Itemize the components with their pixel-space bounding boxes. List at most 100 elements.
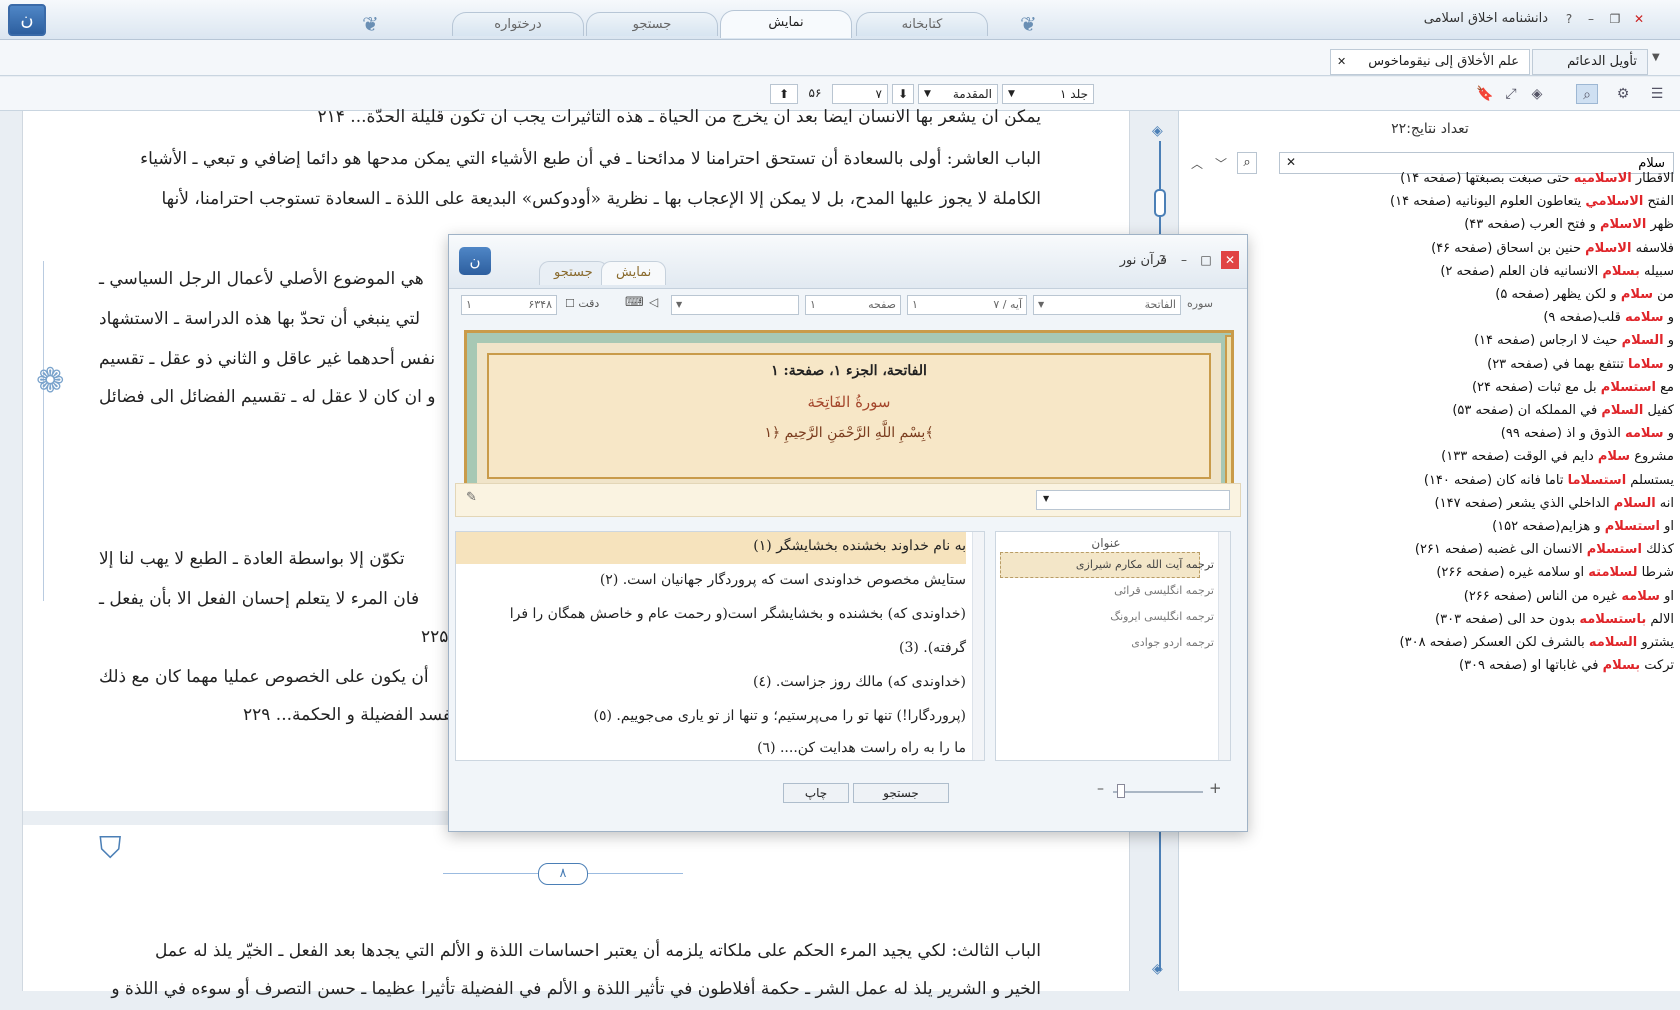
tab-library[interactable]: كتابخانه bbox=[856, 12, 988, 36]
result-item[interactable]: انه السلام الداخلي الذي يشعر (صفحه ۱۴۷) bbox=[1435, 496, 1674, 511]
surah-select[interactable]: ▼ الفاتحة bbox=[1033, 295, 1181, 315]
result-item[interactable]: يستسلم استسلاما تاما فانه كان (صفحه ۱۴۰) bbox=[1424, 473, 1674, 488]
result-item[interactable]: او استسلام و هزايم(صفحه ۱۵۲) bbox=[1492, 519, 1674, 534]
result-item[interactable]: او سلامه غيره من الناس (صفحه ۲۶۶) bbox=[1464, 589, 1674, 604]
result-item[interactable]: ظهر الاسلام و فتح العرب (صفحه ۴۳) bbox=[1464, 217, 1674, 232]
page-input[interactable]: ۷ bbox=[832, 84, 888, 104]
result-item[interactable]: و سلامه الذوق و اذ (صفحه ۹۹) bbox=[1501, 426, 1674, 441]
minimize-icon[interactable]: – bbox=[1175, 251, 1193, 269]
section-select[interactable]: ▼ المقدمة bbox=[918, 84, 998, 104]
translations-list: عنوان ترجمه آيت الله مكارم شيرازى ترجمه … bbox=[995, 531, 1231, 761]
translation-item[interactable]: ترجمه آيت الله مكارم شيرازى bbox=[1076, 558, 1214, 571]
help-icon[interactable]: ? bbox=[1560, 10, 1578, 28]
tab-tree[interactable]: درختواره bbox=[452, 12, 584, 36]
search-icon[interactable]: ⌕ bbox=[1237, 152, 1257, 174]
reciter-select[interactable]: ▼ bbox=[671, 295, 799, 315]
close-icon[interactable]: ✕ bbox=[1221, 251, 1239, 269]
result-highlight: الاسلامي bbox=[1585, 194, 1644, 210]
list-icon[interactable]: ☰ bbox=[1646, 84, 1668, 104]
result-item[interactable]: و سلامه قلب(صفحه ۹) bbox=[1543, 310, 1674, 325]
scroll-top-icon[interactable]: ◈ bbox=[1152, 123, 1163, 139]
result-item[interactable]: يشترو السلامه بالشرف لكن العسكر (صفحه ۳۰… bbox=[1400, 635, 1674, 650]
total-field[interactable]: ۱ ۶۳۴۸ bbox=[461, 295, 557, 315]
layers-icon[interactable]: ◈ bbox=[1526, 84, 1548, 104]
print-button[interactable]: چاپ bbox=[783, 783, 849, 803]
zoom-slider[interactable] bbox=[1113, 791, 1203, 793]
result-item[interactable]: الاقطار الاسلاميه حتى صبغت بصبغتها (صفحه… bbox=[1400, 171, 1674, 186]
zoom-slider-thumb[interactable] bbox=[1117, 784, 1125, 798]
title-bar: ن ❦ درختواره جستجو نمایش كتابخانه ❦ دانش… bbox=[0, 0, 1680, 40]
gear-icon[interactable]: ⚙ bbox=[1612, 84, 1634, 104]
ayah-line[interactable]: ما را به راه راست هدايت كن.... (٦) bbox=[757, 740, 966, 756]
volume-select[interactable]: ▼ جلد ۱ bbox=[1002, 84, 1094, 104]
result-item[interactable]: كذلك استسلام الانسان الى غضبه (صفحه ۲۶۱) bbox=[1415, 542, 1674, 557]
translation-item[interactable]: ترجمه انگليسى قرائى bbox=[1114, 584, 1214, 597]
text-line: تكوّن إلا بواسطة العادة ـ الطبع لا يهب ل… bbox=[99, 549, 405, 569]
clear-search-icon[interactable]: ✕ bbox=[1286, 155, 1296, 169]
result-item[interactable]: و السلام حيث لا ارجاس (صفحه ۱۴) bbox=[1474, 333, 1674, 348]
result-item[interactable]: شرطا لسلامته او سلامه غيره (صفحه ۲۶۶) bbox=[1436, 565, 1674, 580]
tab-display[interactable]: نمایش bbox=[720, 10, 852, 38]
result-item[interactable]: تركت بسلام في غاباتها او (صفحه ۳۰۹) bbox=[1459, 658, 1674, 673]
bookmark-icon[interactable]: 🔖 bbox=[1474, 84, 1496, 104]
search-input[interactable] bbox=[1337, 153, 1667, 173]
ayah-line[interactable]: گرفته). (3) bbox=[899, 640, 966, 656]
translation-scrollbar[interactable] bbox=[972, 532, 984, 760]
play-icon[interactable]: ◁ bbox=[649, 295, 658, 309]
result-highlight: سلامه bbox=[1624, 310, 1664, 326]
ayah-line[interactable]: (خداوندى كه) بخشنده و بخشايشگر است(و رحم… bbox=[510, 606, 966, 622]
translation-item[interactable]: ترجمه انگليسى ايرونگ bbox=[1110, 610, 1214, 623]
result-item[interactable]: سبيله بسلام الانسانيه فان العلم (صفحه ۲) bbox=[1440, 264, 1674, 279]
translations-scrollbar[interactable] bbox=[1218, 532, 1230, 760]
ayah-field[interactable]: ۱۷ / آيه bbox=[907, 295, 1027, 315]
scroll-thumb[interactable] bbox=[1154, 189, 1166, 217]
translation-item[interactable]: ترجمه اردو جوادى bbox=[1131, 636, 1214, 649]
tools-icon[interactable]: ✎ bbox=[466, 490, 477, 505]
accuracy-checkbox[interactable]: ☐ دقت bbox=[565, 297, 599, 310]
minimize-icon[interactable]: – bbox=[1582, 10, 1600, 28]
help-icon[interactable]: ? bbox=[1153, 251, 1171, 269]
ayah-value: ۷ bbox=[993, 298, 1000, 311]
quran-tab-display[interactable]: نمایش bbox=[601, 261, 667, 285]
scroll-bottom-icon[interactable]: ◈ bbox=[1152, 961, 1163, 977]
result-item[interactable]: مشروع سلام دايم في الوقت (صفحه ۱۳۳) bbox=[1441, 449, 1674, 464]
result-item[interactable]: من سلام و لكن يظهر (صفحه ۵) bbox=[1495, 287, 1674, 302]
translation-filter-select[interactable]: ▼ bbox=[1036, 490, 1230, 510]
quran-tab-search[interactable]: جستجو bbox=[539, 261, 608, 285]
zoom-in-icon[interactable]: + bbox=[1209, 779, 1222, 797]
page-up-icon[interactable]: ⬆ bbox=[770, 84, 798, 104]
text-line: و ان كان لا عقل له ـ تقسيم الفضائل الى ف… bbox=[99, 387, 436, 407]
frame-scrollbar[interactable] bbox=[1225, 335, 1233, 485]
result-item[interactable]: و سلاما تنتفع بهما في (صفحه ۲۳) bbox=[1487, 357, 1674, 372]
restore-icon[interactable]: ❐ bbox=[1606, 10, 1624, 28]
result-item[interactable]: فلاسفه الاسلام حنين بن اسحاق (صفحه ۴۶) bbox=[1431, 241, 1674, 256]
text-line: هي الموضوع الأصلي لأعمال الرجل السياسي ـ bbox=[99, 269, 424, 289]
zoom-out-icon[interactable]: – bbox=[1097, 781, 1104, 797]
search-button[interactable]: جستجو bbox=[853, 783, 949, 803]
result-item[interactable]: الفتح الاسلامي يتعاطون العلوم اليونانيه … bbox=[1390, 194, 1674, 209]
tabs-dropdown-icon[interactable]: ▼ bbox=[1652, 52, 1660, 63]
result-item[interactable]: كفيل السلام في المملكه ان (صفحه ۵۳) bbox=[1452, 403, 1674, 418]
next-result-icon[interactable]: ︿ bbox=[1191, 155, 1203, 172]
page-field[interactable]: ۱ صفحه bbox=[805, 295, 901, 315]
ayah-line[interactable]: به نام خداوند بخشنده بخشايشگر (١) bbox=[753, 538, 966, 554]
close-icon[interactable]: ✕ bbox=[1630, 10, 1648, 28]
page-bookmark-icon[interactable]: ⛉ bbox=[99, 831, 122, 866]
tab-search[interactable]: جستجو bbox=[586, 12, 718, 36]
result-highlight: استسلام bbox=[1604, 519, 1660, 534]
fullscreen-icon[interactable]: ⤢ bbox=[1500, 84, 1522, 104]
close-tab-icon[interactable]: ✕ bbox=[1337, 50, 1346, 74]
maximize-icon[interactable]: □ bbox=[1197, 251, 1215, 269]
doc-tab-active[interactable]: ✕ علم الأخلاق إلى نيقوماخوس bbox=[1330, 49, 1530, 75]
result-item[interactable]: الالم باستسلامه بدون حد الى (صفحه ۳۰۳) bbox=[1435, 612, 1674, 627]
ayah-line[interactable]: ستايش مخصوص خداوندى است كه پروردگار جهان… bbox=[600, 572, 966, 588]
doc-tab[interactable]: تأويل الدعائم bbox=[1532, 49, 1648, 75]
ayah-line[interactable]: (خداوندى كه) مالك روز جزاست. (٤) bbox=[753, 674, 966, 690]
result-item[interactable]: مع استسلام بل مع ثبات (صفحه ۲۴) bbox=[1472, 380, 1674, 395]
prev-result-icon[interactable]: ﹀ bbox=[1215, 155, 1227, 172]
keyboard-icon[interactable]: ⌨ bbox=[625, 295, 644, 310]
ayah-line[interactable]: (پروردگارا!) تنها تو را مى‌پرستيم؛ و تنه… bbox=[594, 708, 966, 724]
result-text-after: الانسان الى غضبه (صفحه ۲۶۱) bbox=[1414, 542, 1587, 558]
search-icon[interactable]: ⌕ bbox=[1576, 84, 1598, 104]
page-down-icon[interactable]: ⬇ bbox=[892, 84, 914, 104]
